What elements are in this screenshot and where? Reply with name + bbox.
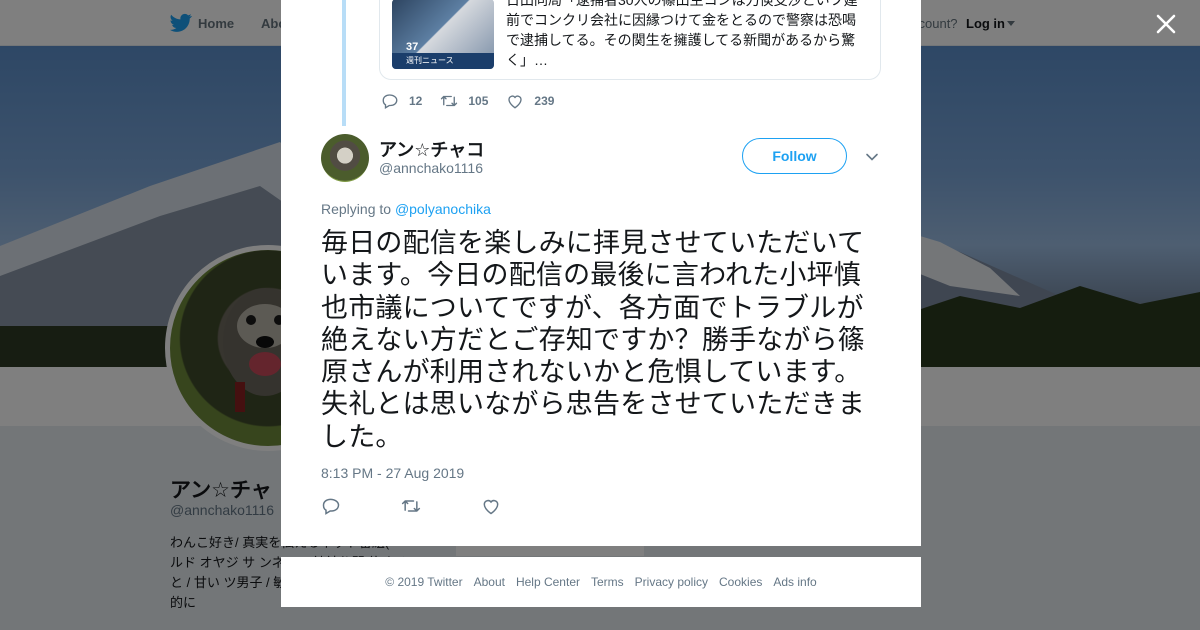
quoted-tweet-card[interactable]: 37 週刊ニュース 日田同局「逮捕者30人の篠田生コンは刀倹支沙といフ建前でコン… <box>379 0 881 80</box>
reply-author-avatar[interactable] <box>321 134 369 182</box>
follow-button[interactable]: Follow <box>742 138 847 174</box>
tweet-text: 毎日の配信を楽しみに拝見させていただいています。今日の配信の最後に言われた小坪慎… <box>321 228 865 452</box>
footer-cookies-link[interactable]: Cookies <box>719 575 762 589</box>
like-count-button[interactable]: 239 <box>506 92 554 110</box>
reply-icon[interactable] <box>321 496 341 516</box>
modal-footer: © 2019 Twitter About Help Center Terms P… <box>281 557 921 607</box>
reply-icon <box>382 94 398 109</box>
replying-to: Replying to @polyanochika <box>321 201 491 217</box>
thumbnail-number: 37 <box>406 41 419 53</box>
retweet-count-button[interactable]: 105 <box>440 92 488 110</box>
reply-count: 12 <box>409 94 423 108</box>
close-icon[interactable] <box>1152 10 1180 38</box>
replying-mention-link[interactable]: @polyanochika <box>395 201 491 217</box>
footer-about-link[interactable]: About <box>474 575 505 589</box>
tweet-actions <box>321 496 561 516</box>
footer-terms-link[interactable]: Terms <box>591 575 624 589</box>
footer-copyright: © 2019 Twitter <box>385 575 463 589</box>
quoted-tweet-text: 日田同局「逮捕者30人の篠田生コンは刀倹支沙といフ建前でコンクリ会社に因縁つけて… <box>506 0 858 68</box>
thread-connector <box>342 0 346 126</box>
reply-author-handle[interactable]: @annchako1116 <box>379 160 483 176</box>
retweet-icon <box>441 95 458 107</box>
tweet-modal: 37 週刊ニュース 日田同局「逮捕者30人の篠田生コンは刀倹支沙といフ建前でコン… <box>281 0 921 546</box>
retweet-count: 105 <box>468 94 489 108</box>
footer-ads-link[interactable]: Ads info <box>773 575 816 589</box>
parent-tweet-stats: 12 105 239 <box>381 92 572 110</box>
thumbnail-caption: 週刊ニュース <box>392 53 494 69</box>
replying-prefix: Replying to <box>321 201 392 217</box>
footer-help-link[interactable]: Help Center <box>516 575 580 589</box>
like-count: 239 <box>534 94 555 108</box>
reply-count-button[interactable]: 12 <box>381 92 422 110</box>
retweet-icon[interactable] <box>401 496 421 516</box>
quoted-tweet-thumbnail: 37 週刊ニュース <box>392 0 494 69</box>
like-icon <box>508 95 523 109</box>
chevron-down-icon[interactable] <box>865 150 879 164</box>
tweet-timestamp[interactable]: 8:13 PM - 27 Aug 2019 <box>321 465 464 481</box>
reply-author-name[interactable]: アン☆チャコ <box>379 136 484 162</box>
footer-privacy-link[interactable]: Privacy policy <box>635 575 708 589</box>
like-icon[interactable] <box>481 496 501 516</box>
